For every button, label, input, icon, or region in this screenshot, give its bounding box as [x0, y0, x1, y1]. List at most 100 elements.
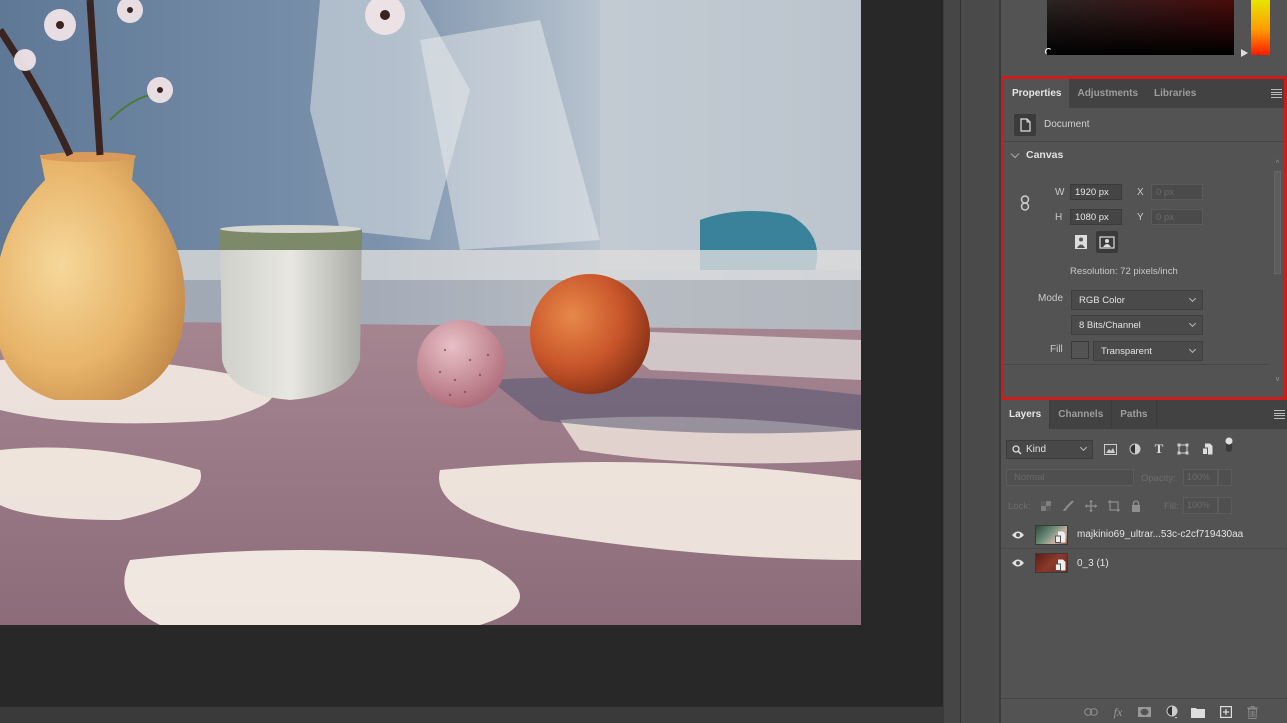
lock-transparency-icon[interactable]	[1039, 499, 1053, 513]
link-layers-icon[interactable]	[1084, 705, 1098, 719]
lock-row: Lock: Fill: 100%	[1001, 495, 1287, 517]
hue-slider-arrow[interactable]	[1241, 49, 1248, 57]
collapsed-panel-dock	[961, 0, 1001, 723]
panel-dock-divider[interactable]	[943, 0, 961, 723]
still-life-photo	[0, 0, 861, 625]
tab-libraries[interactable]: Libraries	[1146, 79, 1204, 108]
shape-filter-icon[interactable]	[1176, 442, 1190, 456]
opacity-label: Opacity:	[1141, 473, 1176, 484]
resolution-text: Resolution: 72 pixels/inch	[1070, 266, 1178, 277]
lock-position-move-icon[interactable]	[1084, 499, 1098, 513]
canvas-area[interactable]	[0, 0, 943, 706]
portrait-icon	[1075, 235, 1087, 249]
fx-icon[interactable]: fx	[1111, 705, 1125, 719]
chevron-down-icon	[1188, 319, 1197, 328]
fill-label: Fill	[1050, 344, 1063, 355]
tab-adjustments[interactable]: Adjustments	[1069, 79, 1146, 108]
layer-thumbnail	[1035, 553, 1068, 573]
filter-kind-label: Kind	[1026, 444, 1047, 455]
layers-footer-toolbar: fx	[1001, 698, 1287, 723]
saturation-brightness-field[interactable]	[1047, 0, 1234, 55]
y-input[interactable]: 0 px	[1151, 209, 1203, 225]
layer-row[interactable]: 0_3 (1)	[1001, 549, 1287, 577]
status-bar	[0, 706, 943, 723]
landscape-button[interactable]	[1096, 231, 1118, 253]
pixel-filter-icon[interactable]	[1103, 442, 1117, 456]
layer-fill-label: Fill:	[1164, 501, 1179, 512]
layer-thumbnail	[1035, 524, 1068, 545]
bit-depth-dropdown[interactable]: 8 Bits/Channel	[1071, 315, 1203, 335]
filter-toggle-icon[interactable]	[1222, 437, 1236, 452]
document-image[interactable]	[0, 0, 861, 625]
search-icon	[1012, 444, 1022, 455]
properties-tabbar: Properties Adjustments Libraries	[1004, 79, 1284, 108]
blend-mode-row: Normal Opacity: 100%	[1001, 466, 1287, 490]
scroll-up-icon[interactable]: ^	[1274, 160, 1281, 167]
layer-name[interactable]: 0_3 (1)	[1077, 558, 1109, 569]
link-icon[interactable]	[1020, 195, 1030, 211]
layer-filter-row: Kind T	[1001, 434, 1287, 464]
layers-panel: Layers Channels Paths Kind T Normal Opac…	[1001, 400, 1287, 723]
lock-all-icon[interactable]	[1129, 499, 1143, 513]
canvas-section-header[interactable]: Canvas	[1004, 142, 1284, 168]
smart-object-badge-icon	[1055, 531, 1066, 543]
chevron-down-icon	[1188, 294, 1197, 303]
smart-object-badge-icon	[1055, 559, 1066, 571]
document-label: Document	[1044, 119, 1090, 130]
section-divider	[1004, 364, 1269, 365]
x-label: X	[1137, 187, 1144, 198]
new-layer-icon[interactable]	[1219, 705, 1233, 719]
height-label: H	[1055, 212, 1063, 223]
scroll-down-icon[interactable]: v	[1274, 376, 1281, 383]
mask-icon[interactable]	[1137, 705, 1151, 719]
document-row: Document	[1004, 108, 1284, 142]
width-label: W	[1055, 187, 1065, 198]
properties-scrollbar[interactable]: ^ v	[1274, 160, 1281, 383]
lock-artboard-icon[interactable]	[1107, 499, 1121, 513]
filter-kind-dropdown[interactable]: Kind	[1006, 440, 1093, 459]
fill-dropdown[interactable]: Transparent	[1093, 341, 1203, 361]
right-panel-column: Properties Adjustments Libraries Documen…	[1001, 0, 1287, 723]
portrait-button[interactable]	[1071, 232, 1091, 252]
tab-channels[interactable]: Channels	[1050, 400, 1113, 429]
properties-panel: Properties Adjustments Libraries Documen…	[1001, 76, 1287, 400]
hamburger-menu-icon[interactable]	[1274, 410, 1285, 419]
type-filter-icon[interactable]: T	[1152, 441, 1166, 456]
chevron-down-icon	[1188, 345, 1197, 354]
tab-paths[interactable]: Paths	[1112, 400, 1157, 429]
adjustment-layer-icon[interactable]	[1165, 705, 1179, 719]
opacity-slider-toggle[interactable]	[1218, 469, 1232, 486]
document-icon	[1014, 113, 1036, 136]
blend-mode-dropdown[interactable]: Normal	[1006, 469, 1134, 486]
visibility-eye-icon[interactable]	[1011, 558, 1025, 568]
lock-pixels-brush-icon[interactable]	[1061, 499, 1075, 513]
smart-object-filter-icon[interactable]	[1200, 442, 1214, 456]
scrollbar-thumb[interactable]	[1274, 171, 1281, 274]
tab-layers[interactable]: Layers	[1001, 400, 1051, 429]
layer-name[interactable]: majkinio69_ultrar...53c-c2cf719430aa	[1077, 529, 1243, 540]
chevron-down-icon	[1010, 149, 1020, 158]
mode-value: RGB Color	[1079, 294, 1125, 306]
mode-dropdown[interactable]: RGB Color	[1071, 290, 1203, 310]
canvas-section-body: W 1920 px X 0 px H 1080 px Y 0 px Resolu…	[1004, 168, 1284, 368]
lock-label: Lock:	[1008, 501, 1031, 512]
opacity-input[interactable]: 100%	[1183, 469, 1218, 486]
color-picker-cursor[interactable]	[1045, 48, 1052, 55]
trash-icon[interactable]	[1245, 705, 1259, 719]
bit-depth-value: 8 Bits/Channel	[1079, 319, 1141, 331]
width-input[interactable]: 1920 px	[1070, 184, 1122, 200]
mode-label: Mode	[1038, 293, 1064, 304]
hue-slider[interactable]	[1251, 0, 1270, 55]
layer-fill-input[interactable]: 100%	[1183, 497, 1218, 514]
x-input[interactable]: 0 px	[1151, 184, 1203, 200]
adjustment-filter-icon[interactable]	[1128, 442, 1142, 456]
tab-properties[interactable]: Properties	[1004, 79, 1070, 108]
hamburger-menu-icon[interactable]	[1271, 89, 1282, 98]
layer-row[interactable]: majkinio69_ultrar...53c-c2cf719430aa	[1001, 521, 1287, 549]
visibility-eye-icon[interactable]	[1011, 530, 1025, 540]
landscape-icon	[1099, 235, 1115, 249]
fill-color-swatch[interactable]	[1071, 341, 1089, 359]
fill-slider-toggle[interactable]	[1218, 497, 1232, 514]
height-input[interactable]: 1080 px	[1070, 209, 1122, 225]
group-folder-icon[interactable]	[1191, 705, 1205, 719]
